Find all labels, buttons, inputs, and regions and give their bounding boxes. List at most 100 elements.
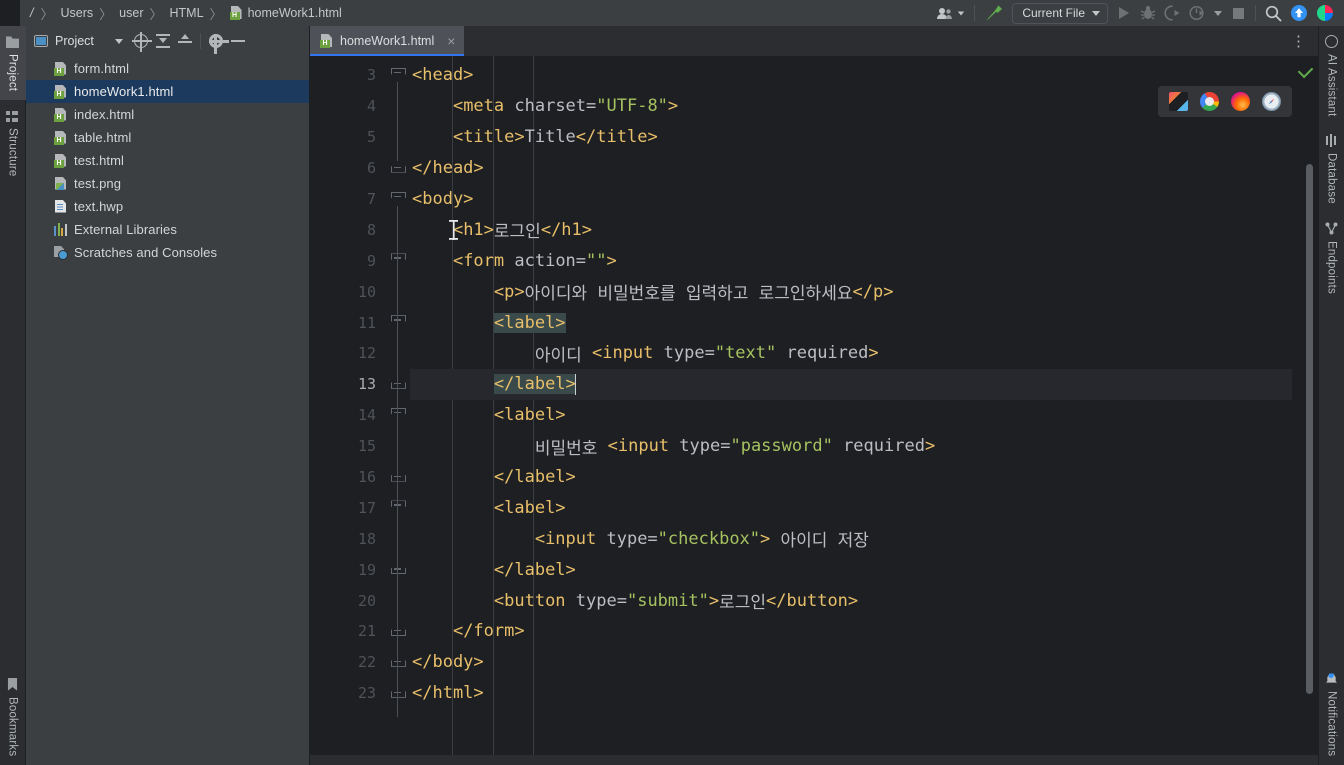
code-token: </form>: [452, 621, 525, 642]
breadcrumb: / 〉 Users 〉 user 〉 HTML 〉 homeWork1.html: [20, 4, 343, 23]
tree-item-label: form.html: [74, 61, 130, 76]
profiler-icon[interactable]: [1185, 2, 1210, 24]
close-icon[interactable]: ×: [447, 34, 455, 48]
ai-assistant-icon: [1325, 35, 1338, 48]
tree-item-table-html[interactable]: table.html: [26, 126, 309, 149]
code-text-area[interactable]: <head> <meta charset= "UTF-8" > <title> Tit…: [410, 56, 1292, 755]
code-line: </head>: [410, 153, 1292, 184]
fold-cell: [388, 276, 410, 307]
update-project-icon[interactable]: [1286, 2, 1312, 24]
code-token: </h1>: [540, 219, 593, 240]
stop-icon[interactable]: [1226, 2, 1250, 24]
code-token: </button>: [766, 590, 859, 611]
breadcrumb-item-users[interactable]: Users: [60, 6, 95, 20]
no-problems-check-icon[interactable]: [1297, 62, 1314, 79]
tree-item-external-libraries[interactable]: External Libraries: [26, 218, 309, 241]
sidebar-item-project[interactable]: Project: [0, 26, 26, 101]
tree-item-index-html[interactable]: index.html: [26, 103, 309, 126]
chrome-icon[interactable]: [1200, 92, 1219, 111]
more-options-kebab-icon[interactable]: ⋮: [1287, 34, 1310, 49]
line-number: 13: [357, 375, 376, 394]
sidebar-item-database[interactable]: Database: [1319, 125, 1344, 213]
run-with-coverage-icon[interactable]: [1160, 2, 1185, 24]
tree-item-test-png[interactable]: test.png: [26, 172, 309, 195]
safari-icon[interactable]: [1262, 92, 1281, 111]
code-token: "submit": [626, 590, 709, 611]
code-token: </body>: [412, 652, 484, 673]
minus-icon[interactable]: [227, 30, 249, 52]
fold-region-line: [397, 514, 399, 563]
sidebar-item-label: AI Assistant: [1325, 54, 1338, 117]
fold-expand-icon[interactable]: [391, 161, 404, 175]
intellij-logo-icon[interactable]: [1312, 2, 1338, 24]
tree-item-text-hwp[interactable]: text.hwp: [26, 195, 309, 218]
code-line: <button type= "submit" > 로그인 </button>: [410, 585, 1292, 616]
code-token: <p>: [493, 281, 525, 302]
fold-cell: [388, 585, 410, 616]
expand-all-icon[interactable]: [152, 30, 174, 52]
tree-item-form-html[interactable]: form.html: [26, 57, 309, 80]
run-play-icon[interactable]: [1112, 2, 1136, 24]
line-number: 9: [366, 251, 376, 270]
sidebar-item-bookmarks[interactable]: Bookmarks: [0, 669, 26, 765]
sidebar-item-label: Project: [6, 54, 19, 92]
notification-badge-dot: [1328, 673, 1334, 678]
view-mode-dropdown[interactable]: [108, 30, 130, 52]
hammer-icon[interactable]: [980, 2, 1008, 24]
breadcrumb-item-file[interactable]: homeWork1.html: [229, 6, 343, 20]
line-number: 15: [357, 437, 376, 456]
code-token: >: [868, 343, 879, 364]
firefox-icon[interactable]: [1231, 92, 1250, 111]
code-token: >: [667, 96, 679, 117]
project-panel-title: Project: [55, 34, 94, 48]
builtin-preview-icon[interactable]: [1169, 92, 1188, 111]
editor-scrollbar[interactable]: [1306, 164, 1313, 694]
fold-collapse-icon[interactable]: [391, 68, 404, 82]
tab-homework1-html[interactable]: homeWork1.html ×: [310, 26, 465, 56]
code-line: <body>: [410, 184, 1292, 215]
tree-item-test-html[interactable]: test.html: [26, 149, 309, 172]
fold-cell: [388, 153, 410, 184]
collapse-all-icon[interactable]: [174, 30, 196, 52]
tree-item-homework1-html[interactable]: homeWork1.html: [26, 80, 309, 103]
sidebar-item-label: Bookmarks: [6, 696, 19, 756]
sidebar-item-notifications[interactable]: Notifications: [1319, 663, 1344, 765]
breadcrumb-item-user[interactable]: user: [118, 6, 144, 20]
html-file-icon: [54, 108, 67, 122]
chevron-down-icon[interactable]: [1210, 2, 1226, 24]
html-file-icon: [229, 6, 243, 20]
fold-cell: [388, 492, 410, 523]
line-number: 12: [357, 344, 376, 363]
run-configuration-selector[interactable]: Current File: [1012, 2, 1108, 24]
fold-cell: [388, 122, 410, 153]
code-token: <head>: [412, 65, 474, 86]
code-token: <title>: [452, 127, 525, 148]
target-icon[interactable]: [130, 30, 152, 52]
breadcrumb-item-html[interactable]: HTML: [169, 6, 205, 20]
user-group-icon[interactable]: [933, 2, 969, 24]
tree-item-scratches-and-consoles[interactable]: Scratches and Consoles: [26, 241, 309, 264]
code-token: 비밀번호: [534, 438, 608, 459]
code-line: 비밀번호 <input type= "password" required >: [410, 431, 1292, 462]
code-token: </title>: [575, 127, 658, 148]
sidebar-item-endpoints[interactable]: Endpoints: [1319, 213, 1344, 303]
fold-collapse-icon[interactable]: [391, 192, 404, 206]
debug-bug-icon[interactable]: [1136, 2, 1160, 24]
search-icon[interactable]: [1261, 2, 1286, 24]
libraries-icon: [54, 223, 67, 236]
bell-icon: [1326, 673, 1337, 683]
fold-cell: [388, 91, 410, 122]
sidebar-item-structure[interactable]: Structure: [0, 100, 26, 185]
code-folding-gutter: [388, 56, 410, 755]
tree-item-label: Scratches and Consoles: [74, 245, 218, 260]
fold-cell: [388, 60, 410, 91]
project-window-icon: [34, 35, 48, 47]
gear-icon[interactable]: [205, 30, 229, 54]
breadcrumb-separator: 〉: [40, 7, 54, 23]
code-token: 아이디: [534, 345, 592, 366]
sidebar-item-ai-assistant[interactable]: AI Assistant: [1319, 26, 1344, 125]
